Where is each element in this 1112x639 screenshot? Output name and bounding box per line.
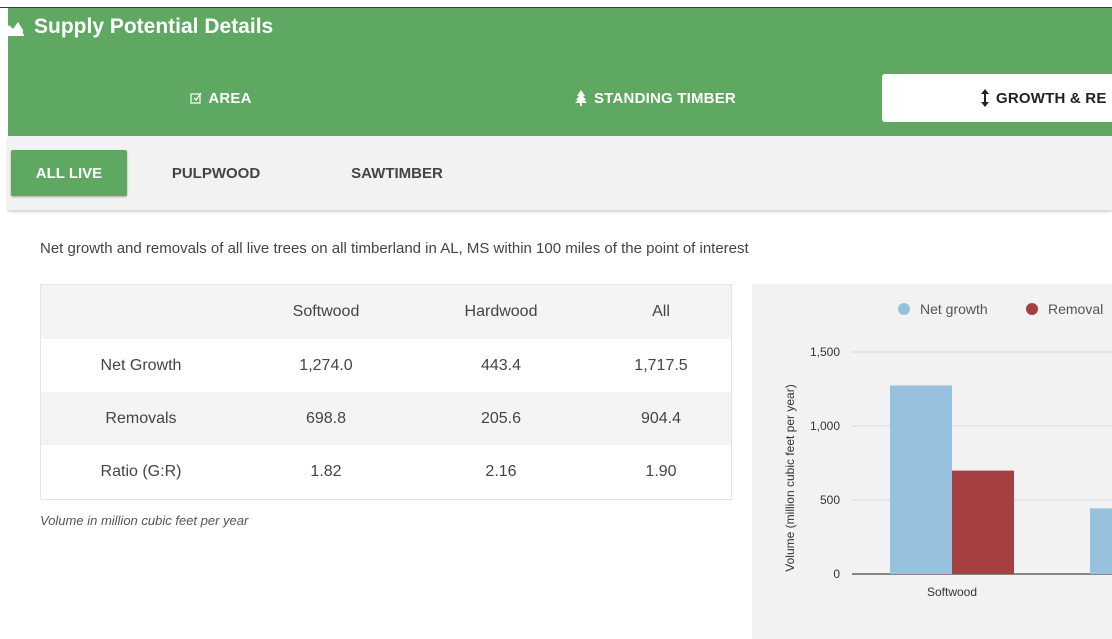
table-cell: Ratio (G:R): [100, 462, 182, 480]
table-cell: 443.4: [480, 356, 522, 374]
table-cell: 1.90: [645, 462, 677, 480]
table-cell: Net Growth: [100, 356, 182, 374]
table-row: Ratio (G:R) 1.82 2.16 1.90: [41, 445, 731, 498]
table-cell: 1.82: [310, 462, 342, 480]
legend-label-removals: Removal: [1048, 301, 1103, 317]
tab-growth-removals[interactable]: GROWTH & RE: [882, 74, 1112, 122]
chart-panel: Net growth Removal Volume (million cubic…: [752, 284, 1112, 639]
table-cell: 698.8: [241, 392, 411, 445]
subtab-bar: ALL LIVE PULPWOOD SAWTIMBER: [8, 136, 1112, 210]
tab-standing-timber[interactable]: STANDING TIMBER: [428, 74, 882, 122]
table-header-cell: [41, 285, 241, 339]
subtab-all-live[interactable]: ALL LIVE: [11, 150, 127, 196]
legend-swatch-removals: [1026, 303, 1038, 315]
y-axis-label: Volume (million cubic feet per year): [783, 384, 797, 571]
subtab-sawtimber-label: SAWTIMBER: [351, 164, 443, 182]
subtab-all-live-label: ALL LIVE: [35, 164, 103, 182]
table-cell: 1,717.5: [634, 356, 688, 374]
y-tick-label: 0: [833, 567, 840, 581]
tab-area-label: AREA: [208, 89, 252, 107]
window-top-edge: [0, 0, 1112, 8]
checkbox-icon: [190, 92, 202, 104]
tree-icon: [574, 90, 588, 106]
table-cell: 1,274.0: [299, 356, 353, 374]
table-header-cell: Hardwood: [411, 285, 591, 339]
tab-growth-label: GROWTH & RE: [996, 89, 1107, 107]
header-title-group: Supply Potential Details: [0, 10, 273, 44]
table-cell: 904.4: [591, 392, 731, 445]
y-tick-label: 500: [820, 493, 840, 507]
vertical-arrows-icon: [980, 89, 990, 107]
table-footnote: Volume in million cubic feet per year: [40, 513, 249, 528]
growth-removals-table: Softwood Hardwood All Net Growth 1,274.0…: [40, 284, 732, 500]
main-tabs: AREA STANDING TIMBER GROWTH & RE: [8, 74, 1112, 126]
bar-net-growth-softwood[interactable]: [890, 385, 952, 574]
table-row: Removals 698.8 205.6 904.4: [41, 392, 731, 445]
table-header-row: Softwood Hardwood All: [41, 285, 731, 339]
subtab-pulpwood-label: PULPWOOD: [171, 164, 261, 182]
y-tick-label: 1,000: [810, 419, 840, 433]
description-text: Net growth and removals of all live tree…: [40, 240, 749, 257]
legend-label-net-growth: Net growth: [920, 301, 988, 317]
x-tick-label: Softwood: [927, 585, 977, 599]
tab-area[interactable]: AREA: [16, 74, 426, 122]
legend-swatch-net-growth: [898, 303, 910, 315]
table-cell: Removals: [41, 392, 241, 445]
table-header-cell: All: [591, 285, 731, 339]
bar-net-growth-hardwood[interactable]: [1090, 508, 1112, 574]
table-cell: 2.16: [485, 462, 517, 480]
table-row: Net Growth 1,274.0 443.4 1,717.5: [41, 339, 731, 392]
page-title: Supply Potential Details: [34, 15, 274, 38]
bar-removals-softwood[interactable]: [952, 470, 1014, 574]
table-cell: 205.6: [411, 392, 591, 445]
y-tick-label: 1,500: [810, 345, 840, 359]
subtab-sawtimber[interactable]: SAWTIMBER: [326, 150, 468, 196]
tab-standing-timber-label: STANDING TIMBER: [594, 89, 736, 107]
table-header-cell: Softwood: [241, 285, 411, 339]
bar-chart: Net growth Removal Volume (million cubic…: [783, 301, 1112, 599]
area-chart-icon: [0, 17, 26, 37]
subtab-pulpwood[interactable]: PULPWOOD: [148, 150, 284, 196]
chart-legend: Net growth Removal: [898, 301, 1103, 317]
